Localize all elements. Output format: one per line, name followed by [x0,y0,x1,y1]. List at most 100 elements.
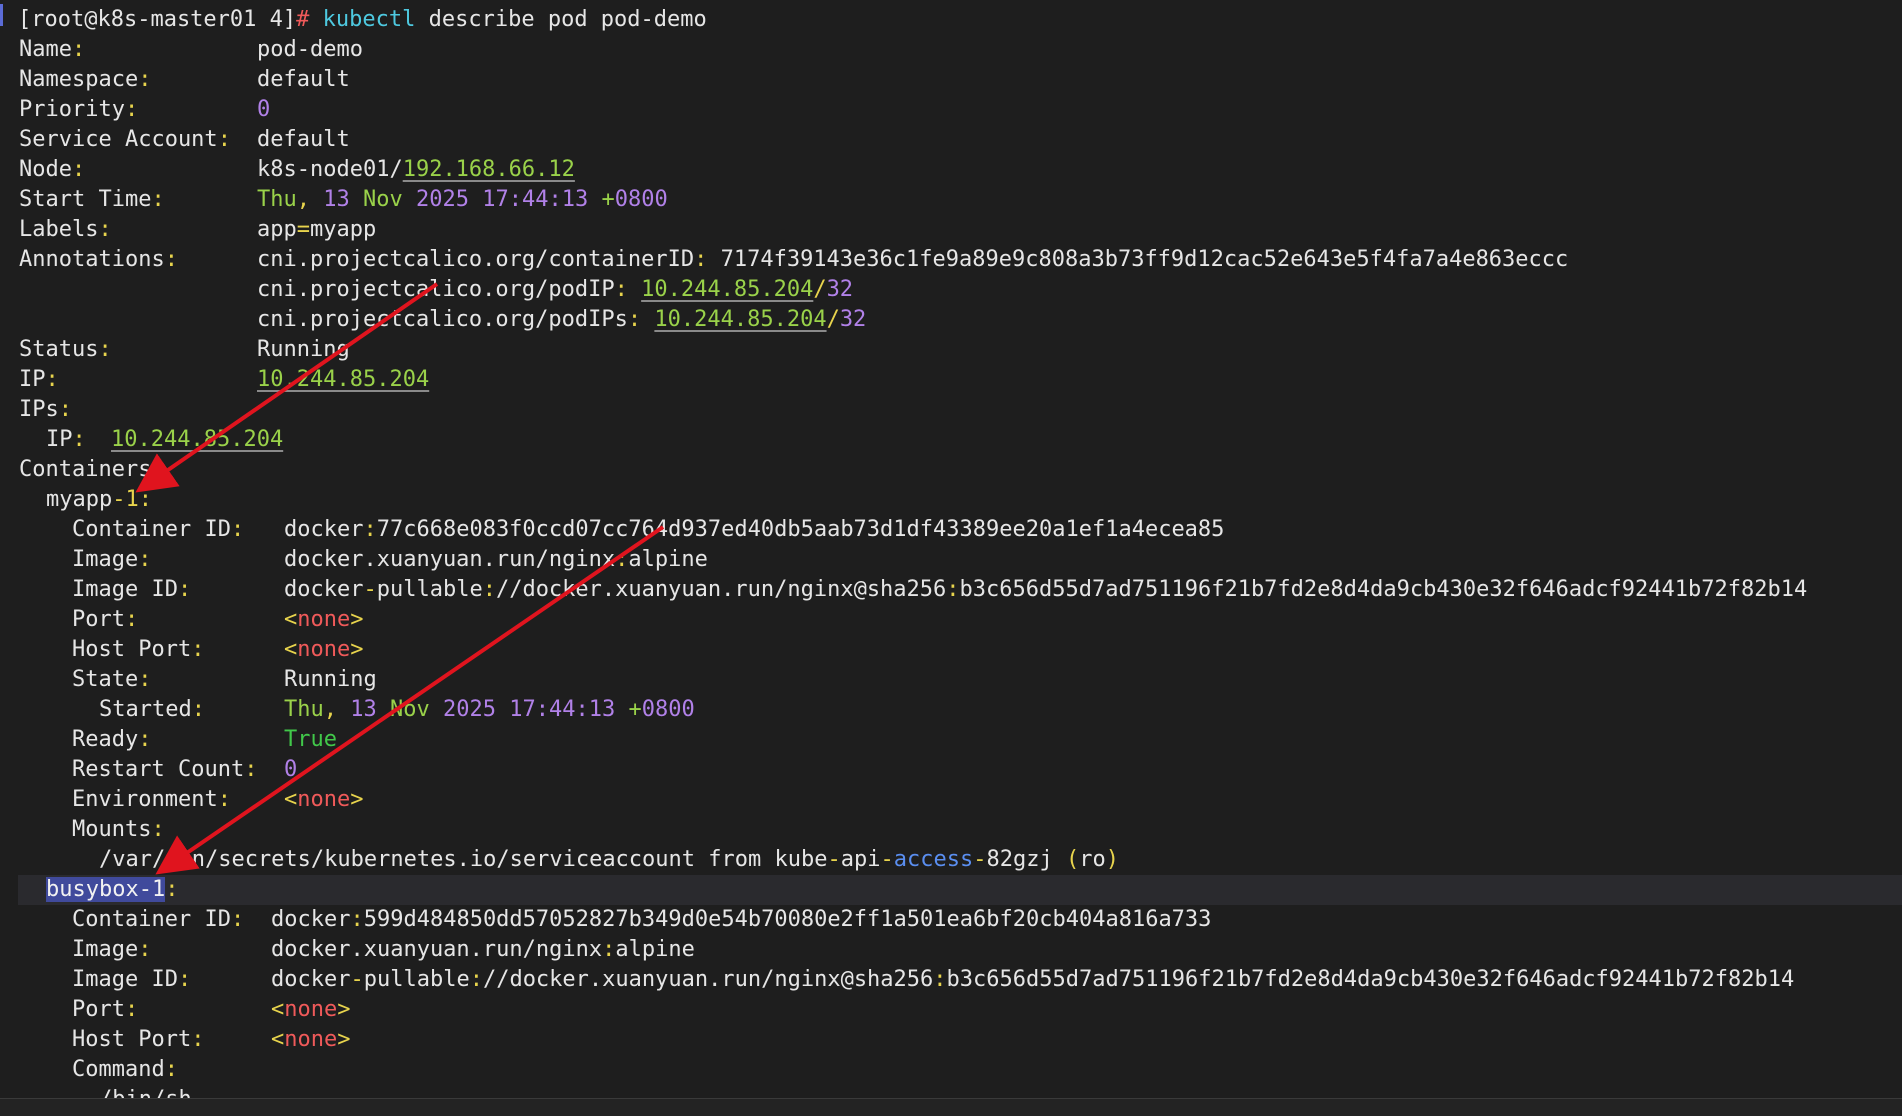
field-containers: Containers: [19,457,165,482]
c1-value-ready: True [284,725,337,755]
container-index: 1 [125,487,139,512]
c2-field-port: Port: [72,997,139,1022]
c1-field-image-id: Image ID: [72,577,192,602]
c1-value-port: <none> [284,607,364,632]
iid-path: //docker.xuanyuan.run/nginx@sha256 [482,967,934,992]
key: IP [19,367,46,392]
terminal-window[interactable]: [root@k8s-master01 4]# kubectl describe … [0,0,1902,1116]
container-name: busybox [46,877,139,902]
start-date: 13 [323,187,350,212]
field-priority: Priority: [19,97,139,122]
field-ips-ip: IP: [46,427,86,452]
key: Name [19,37,72,62]
status-value: Running [257,337,350,362]
annotation-value: 7174f39143e36c1fe9a89e9c808a3b73ff9d12ca… [720,247,1569,272]
terminal-bottom-edge [0,1098,1902,1116]
started-month: Nov [390,697,430,722]
key: Namespace [19,67,139,92]
ready-value: True [284,727,337,752]
c1-field-state: State: [72,667,152,692]
started-clock: 17:44:13 [509,697,616,722]
node-ip-link[interactable]: 192.168.66.12 [403,157,575,182]
start-clock: 17:44:13 [482,187,589,212]
host-port-value: none [297,637,351,662]
c1-value-state: Running [284,665,377,695]
label-key: app [257,217,297,242]
key: Priority [19,97,125,122]
annotation-container-id: cni.projectcalico.org/containerID: 7174f… [257,247,1569,272]
pod-name-value: pod-demo [257,37,363,62]
key: Containers [19,457,152,482]
c2-field-image-id: Image ID: [72,967,192,992]
value-labels: app=myapp [257,217,377,242]
image-repo: docker.xuanyuan.run/nginx [271,937,603,962]
field-name: Name: [19,37,86,62]
key: IPs [19,397,59,422]
c1-field-restart-count: Restart Count: [72,757,258,782]
prompt-command: kubectl [322,7,416,32]
start-month: Nov [363,187,403,212]
c1-field-environment: Environment: [72,787,231,812]
value-node: k8s-node01/192.168.66.12 [257,155,575,185]
container-busybox-header[interactable]: busybox-1: [46,875,178,905]
c1-field-started: Started: [99,697,205,722]
start-year: 2025 [416,187,469,212]
host-port-value: none [284,1027,338,1052]
started-tz: 0800 [641,697,695,722]
key: Restart Count [72,757,245,782]
key: State [72,667,139,692]
port-value: none [284,997,338,1022]
annotation-mask: 32 [826,277,854,302]
field-start-time: Start Time: [19,187,165,212]
prompt-args: describe pod pod-demo [428,7,707,32]
started-year: 2025 [443,697,496,722]
iid-a: docker [284,577,364,602]
container-name: myapp [46,487,113,512]
key: Status [19,337,99,362]
annotation-pod-ips: cni.projectcalico.org/podIPs: 10.244.85.… [257,307,867,332]
env-value: none [297,787,351,812]
label-value: myapp [310,217,377,242]
iid-a: docker [271,967,351,992]
key: Image [72,937,139,962]
value-service-account: default [257,125,350,155]
started-day: Thu [284,697,324,722]
field-labels: Labels: [19,217,112,242]
c1-value-image-id: docker-pullable://docker.xuanyuan.run/ng… [284,577,1808,602]
c1-field-ready: Ready: [72,727,152,752]
c2-value-host-port: <none> [271,1027,351,1052]
namespace-value: default [257,67,350,92]
state-value: Running [284,667,377,692]
iid-digest: b3c656d55d7ad751196f21b7fd2e8d4da9cb430e… [959,577,1808,602]
prompt-symbol: # [296,7,310,32]
annotation-ip-link[interactable]: 10.244.85.204 [654,307,826,332]
ips-ip-link[interactable]: 10.244.85.204 [111,427,283,452]
value-ip: 10.244.85.204 [257,365,429,395]
value-namespace: default [257,65,350,95]
key: Annotations [19,247,165,272]
priority-value: 0 [257,97,271,122]
c2-value-port: <none> [271,997,351,1022]
container-index: 1 [151,877,166,902]
node-name: k8s-node01/ [257,157,403,182]
key: Node [19,157,72,182]
mount-access: access [893,847,974,872]
annotation-pod-ip: cni.projectcalico.org/podIP: 10.244.85.2… [257,277,854,302]
ip-link[interactable]: 10.244.85.204 [257,367,429,392]
field-ip: IP: [19,367,59,392]
c1-value-started: Thu, 13 Nov 2025 17:44:13 +0800 [284,697,695,722]
c1-field-container-id: Container ID: [72,517,245,542]
mount-ro: ro [1079,847,1106,872]
key: Environment [72,787,218,812]
annotation-ip-link[interactable]: 10.244.85.204 [641,277,813,302]
cursor-line-highlight [18,875,1902,905]
cid-scheme: docker [271,907,351,932]
c1-value-restart-count: 0 [284,755,297,785]
value-status: Running [257,335,350,365]
key: Image ID [72,577,178,602]
c1-value-environment: <none> [284,787,364,812]
key: Container ID [72,517,231,542]
cid-value: 77c668e083f0ccd07cc764d937ed40db5aab73d1… [376,517,1225,542]
annotation-mask: 32 [839,307,867,332]
prompt-line[interactable]: [root@k8s-master01 4]# kubectl describe … [18,5,707,35]
